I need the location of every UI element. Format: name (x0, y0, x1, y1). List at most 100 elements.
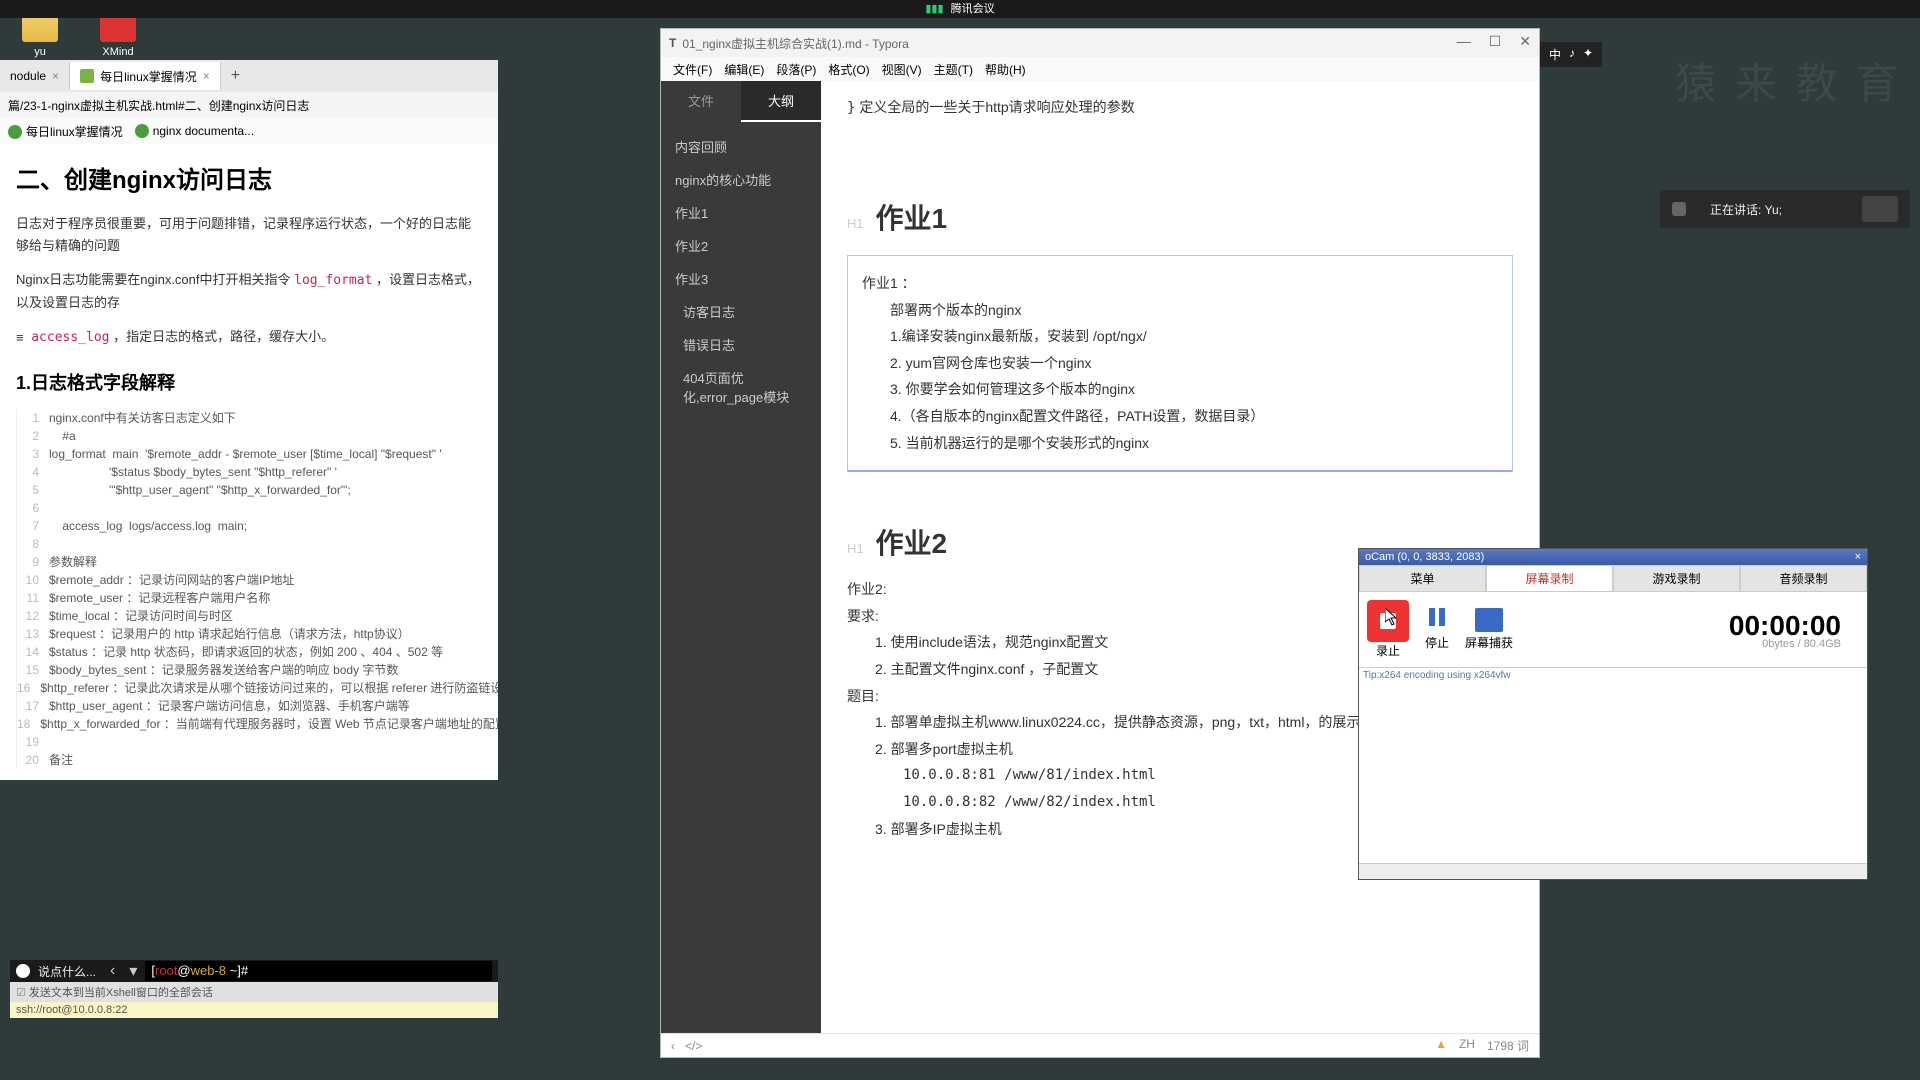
outline-items: 内容回顾nginx的核心功能作业1作业2作业3访客日志错误日志404页面优化,e… (661, 122, 821, 421)
address-bar[interactable]: 篇/23-1-nginx虚拟主机实战.html#二、创建nginx访问日志 (0, 92, 498, 118)
typora-menubar: 文件(F)编辑(E)段落(P)格式(O) 视图(V)主题(T)帮助(H) (661, 57, 1539, 81)
menu-item[interactable]: 主题(T) (930, 61, 977, 78)
close-icon[interactable]: × (52, 69, 59, 83)
code-line: 13$request ：记录用户的 http 请求起始行信息（请求方法，http… (17, 625, 482, 643)
menu-item[interactable]: 帮助(H) (981, 61, 1030, 78)
code-line: 19 (17, 733, 482, 751)
terminal-status: ssh://root@10.0.0.8:22 (10, 1002, 498, 1018)
nav-back[interactable]: ‹ (104, 962, 121, 980)
ocam-titlebar[interactable]: oCam (0, 0, 3833, 2083) × (1359, 549, 1867, 565)
ocam-tab[interactable]: 游戏录制 (1613, 565, 1740, 592)
meeting-topbar: ▮▮▮ 腾讯会议 (0, 0, 1920, 18)
word-count[interactable]: 1798 词 (1487, 1037, 1529, 1054)
code-line: 5 '"$http_user_agent" "$http_x_forwarded… (17, 481, 482, 499)
outline-item[interactable]: 内容回顾 (661, 130, 821, 163)
code-line: 9参数解释 (17, 553, 482, 571)
page-heading: 二、创建nginx访问日志 (16, 160, 482, 195)
pause-button[interactable]: 停止 (1413, 608, 1461, 651)
para-3: ≡ access_log ，指定日志的格式，路径，缓存大小。 (16, 326, 482, 349)
bookmark-1[interactable]: 每日linux掌握情况 (8, 123, 123, 140)
tab-label: 每日linux掌握情况 (100, 68, 197, 85)
terminal-window: 说点什么... ‹ ▾ [root@web-8 ~]# ☑ 发送文本到当前Xsh… (10, 960, 498, 1018)
dropdown-icon[interactable]: ▾ (129, 961, 137, 981)
nginx-icon (135, 124, 149, 138)
terminal-icon (16, 964, 30, 978)
browser-window: nodule × 每日linux掌握情况 × + 篇/23-1-nginx虚拟主… (0, 60, 498, 780)
code-line: 4 '$status $body_bytes_sent "$http_refer… (17, 463, 482, 481)
code-line: 10$remote_addr ：记录访问网站的客户端IP地址 (17, 571, 482, 589)
menu-item[interactable]: 编辑(E) (720, 61, 768, 78)
menu-item[interactable]: 视图(V) (878, 61, 926, 78)
bookmark-2[interactable]: nginx documenta... (135, 124, 254, 139)
code-line: 16$http_referer ：记录此次请求是从哪个链接访问过来的，可以根据 … (17, 679, 482, 697)
nav-back-icon[interactable]: ‹ (671, 1039, 675, 1053)
say-something[interactable]: 说点什么... (38, 963, 96, 980)
code-line: 7 access_log logs/access.log main; (17, 517, 482, 535)
code-line: 12$time_local ：记录访问时间与时区 (17, 607, 482, 625)
close-icon[interactable]: × (203, 69, 210, 83)
capture-button[interactable]: 屏幕捕获 (1465, 608, 1513, 651)
icon-label: XMind (88, 46, 148, 58)
code-line: 2 #a (17, 427, 482, 445)
outline-item[interactable]: nginx的核心功能 (661, 163, 821, 196)
watermark: 猿 来 教 育 (1674, 50, 1902, 111)
outline-item[interactable]: 404页面优化,error_page模块 (661, 361, 821, 413)
code-line: 20备注 (17, 751, 482, 769)
task1-title: 作业1 (875, 197, 947, 237)
menu-item[interactable]: 段落(P) (772, 61, 820, 78)
code-line: 14$status ：记录 http 状态码，即请求返回的状态，例如 200 、… (17, 643, 482, 661)
close-button[interactable]: ✕ (1519, 33, 1531, 50)
outline-item[interactable]: 作业2 (661, 229, 821, 262)
outline-item[interactable]: 访客日志 (661, 295, 821, 328)
code-line: 17$http_user_agent ：记录客户端访问信息，如浏览器、手机客户端… (17, 697, 482, 715)
outline-sidebar: 文件 大纲 内容回顾nginx的核心功能作业1作业2作业3访客日志错误日志404… (661, 81, 821, 1033)
ocam-tab[interactable]: 菜单 (1359, 565, 1486, 592)
close-icon[interactable]: × (1855, 551, 1861, 563)
code-line: 6 (17, 499, 482, 517)
sidebar-tab-files[interactable]: 文件 (661, 81, 741, 122)
typora-icon: T (669, 36, 676, 50)
page-content: 二、创建nginx访问日志 日志对于程序员很重要，可用于问题排错，记录程序运行状… (0, 144, 498, 780)
task1-heading-row: H1 作业1 (847, 197, 1513, 237)
sheet-icon (8, 125, 22, 139)
record-button[interactable] (1367, 600, 1409, 642)
outline-item[interactable]: 作业3 (661, 262, 821, 295)
stop-icon (1380, 613, 1396, 629)
typora-statusbar: ‹ </> ▲ ZH 1798 词 (661, 1033, 1539, 1057)
new-tab-button[interactable]: + (221, 67, 250, 85)
section-heading: 1.日志格式字段解释 (16, 369, 482, 395)
ocam-controls: 录止 停止 屏幕捕获 00:00:00 0bytes / 80.4GB (1359, 592, 1867, 667)
menu-item[interactable]: 格式(O) (824, 61, 873, 78)
pause-icon (1423, 608, 1451, 632)
language-indicator[interactable]: ZH (1459, 1037, 1475, 1054)
ocam-window: oCam (0, 0, 3833, 2083) × 菜单屏幕录制游戏录制音频录制… (1358, 548, 1868, 880)
sidebar-tab-outline[interactable]: 大纲 (741, 81, 821, 122)
source-mode-icon[interactable]: </> (685, 1039, 702, 1053)
task2-title: 作业2 (875, 522, 947, 562)
bookmarks-bar: 每日linux掌握情况 nginx documenta... (0, 118, 498, 144)
typora-window: T 01_nginx虚拟主机综合实战(1).md - Typora — ☐ ✕ … (660, 28, 1540, 1058)
minimize-button[interactable]: — (1457, 33, 1471, 50)
browser-tab-1[interactable]: nodule × (0, 62, 70, 90)
document-title: 01_nginx虚拟主机综合实战(1).md - Typora (682, 35, 909, 52)
warning-icon[interactable]: ▲ (1435, 1037, 1447, 1054)
url-text: 篇/23-1-nginx虚拟主机实战.html#二、创建nginx访问日志 (8, 97, 309, 114)
meeting-app-name: 腾讯会议 (951, 3, 995, 15)
outline-item[interactable]: 作业1 (661, 196, 821, 229)
typora-titlebar: T 01_nginx虚拟主机综合实战(1).md - Typora — ☐ ✕ (661, 29, 1539, 57)
maximize-button[interactable]: ☐ (1489, 33, 1502, 50)
speaker-label: 正在讲话: Yu; (1710, 201, 1782, 218)
ocam-tab[interactable]: 屏幕录制 (1486, 565, 1613, 592)
terminal-prompt[interactable]: [root@web-8 ~]# (145, 961, 492, 981)
timer: 00:00:00 (1729, 610, 1859, 642)
ime-indicator[interactable]: 中 ♪ ✦ (1540, 42, 1602, 67)
tab-label: nodule (10, 69, 46, 83)
browser-tab-2[interactable]: 每日linux掌握情况 × (70, 62, 221, 90)
code-line: 8 (17, 535, 482, 553)
ocam-tab[interactable]: 音频录制 (1740, 565, 1867, 592)
outline-item[interactable]: 错误日志 (661, 328, 821, 361)
menu-item[interactable]: 文件(F) (669, 61, 716, 78)
tab-strip: nodule × 每日linux掌握情况 × + (0, 60, 498, 92)
code-line: 11$remote_user ：记录远程客户端用户名称 (17, 589, 482, 607)
heading-marker: H1 (847, 216, 871, 231)
